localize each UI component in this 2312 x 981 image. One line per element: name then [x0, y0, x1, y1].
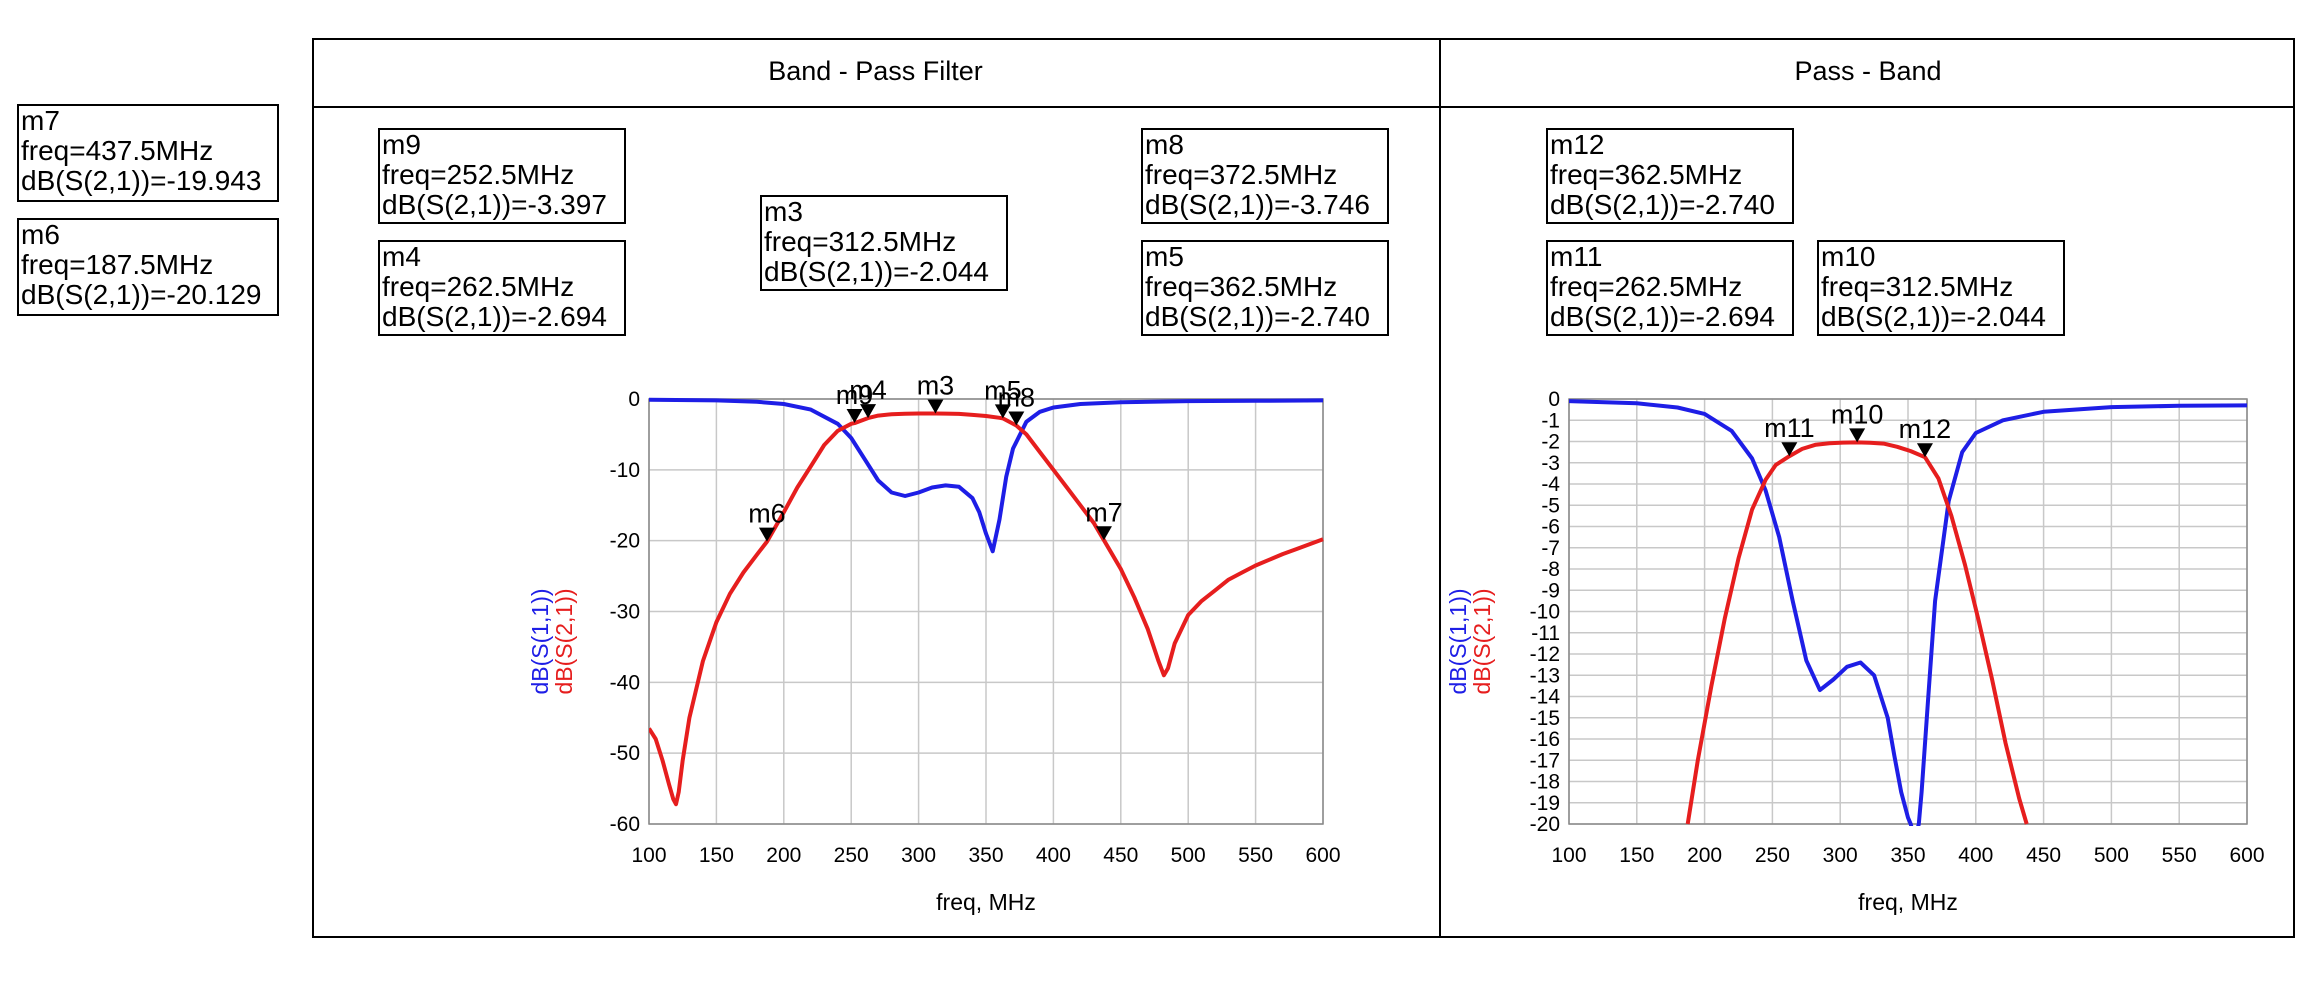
x-axis-title: freq, MHz	[936, 889, 1036, 915]
x-tick-label: 500	[1171, 844, 1206, 867]
x-tick-label: 300	[1823, 844, 1858, 867]
y-tick-label: -17	[1530, 749, 1560, 772]
x-tick-label: 200	[1687, 844, 1722, 867]
y-tick-label: -50	[610, 742, 640, 765]
y-tick-label: 0	[628, 388, 640, 411]
x-tick-label: 200	[766, 844, 801, 867]
y-tick-label: -5	[1541, 494, 1560, 517]
marker-label-m3: m3	[917, 370, 955, 400]
y-tick-label: -1	[1541, 409, 1560, 432]
y-axis-title-s11: dB(S(1,1))	[527, 588, 553, 694]
x-tick-label: 400	[1958, 844, 1993, 867]
y-tick-label: -30	[610, 601, 640, 624]
y-axis-title-s21: dB(S(2,1))	[1469, 588, 1495, 694]
plots-canvas: 100 150 200 250 300 350 400 450 500 550 6000-10-20…	[527, 370, 2265, 915]
x-tick-label: 100	[1551, 844, 1586, 867]
y-tick-label: -40	[610, 671, 640, 694]
marker-label-m8: m8	[998, 383, 1036, 413]
x-tick-label: 300	[901, 844, 936, 867]
y-tick-label: -20	[1530, 813, 1560, 836]
y-tick-label: -11	[1531, 622, 1560, 645]
marker-label-m4: m4	[849, 375, 887, 405]
x-tick-label: 150	[699, 844, 734, 867]
y-tick-label: -20	[610, 530, 640, 553]
marker-label-m6: m6	[748, 499, 786, 529]
y-tick-label: -16	[1530, 728, 1560, 751]
y-tick-label: -8	[1541, 558, 1560, 581]
x-tick-label: 550	[2162, 844, 2197, 867]
x-tick-label: 500	[2094, 844, 2129, 867]
marker-label-m12: m12	[1899, 414, 1952, 444]
x-tick-label: 450	[2026, 844, 2061, 867]
x-tick-label: 350	[1890, 844, 1925, 867]
x-tick-label: 550	[1238, 844, 1273, 867]
y-tick-label: -9	[1541, 579, 1560, 602]
y-tick-label: -13	[1530, 664, 1560, 687]
marker-triangle-m3	[927, 399, 944, 414]
y-axis-title-s21: dB(S(2,1))	[551, 588, 577, 694]
y-tick-label: -14	[1530, 686, 1561, 709]
marker-label-m7: m7	[1085, 497, 1123, 527]
y-tick-label: -7	[1541, 537, 1560, 560]
y-tick-label: -12	[1530, 643, 1560, 666]
x-tick-label: 150	[1619, 844, 1654, 867]
y-tick-label: -60	[610, 813, 640, 836]
y-tick-label: -4	[1541, 473, 1560, 496]
x-tick-label: 450	[1103, 844, 1138, 867]
x-tick-label: 600	[2229, 844, 2264, 867]
y-tick-label: -3	[1541, 452, 1560, 475]
y-tick-label: -10	[610, 459, 640, 482]
marker-label-m11: m11	[1764, 413, 1815, 443]
x-axis-title: freq, MHz	[1858, 889, 1958, 915]
y-tick-label: -2	[1541, 431, 1560, 454]
marker-label-m10: m10	[1831, 399, 1884, 429]
y-axis-title-s11: dB(S(1,1))	[1445, 588, 1471, 694]
x-tick-label: 250	[834, 844, 869, 867]
x-tick-label: 350	[968, 844, 1003, 867]
x-tick-label: 600	[1305, 844, 1340, 867]
x-tick-label: 400	[1036, 844, 1071, 867]
marker-triangle-m10	[1849, 428, 1866, 443]
y-tick-label: -10	[1530, 601, 1560, 624]
x-tick-label: 250	[1755, 844, 1790, 867]
y-tick-label: -15	[1530, 707, 1560, 730]
x-tick-label: 100	[631, 844, 666, 867]
y-tick-label: -19	[1530, 792, 1560, 815]
y-tick-label: 0	[1548, 388, 1560, 411]
y-tick-label: -18	[1530, 771, 1560, 794]
y-tick-label: -6	[1541, 516, 1560, 539]
